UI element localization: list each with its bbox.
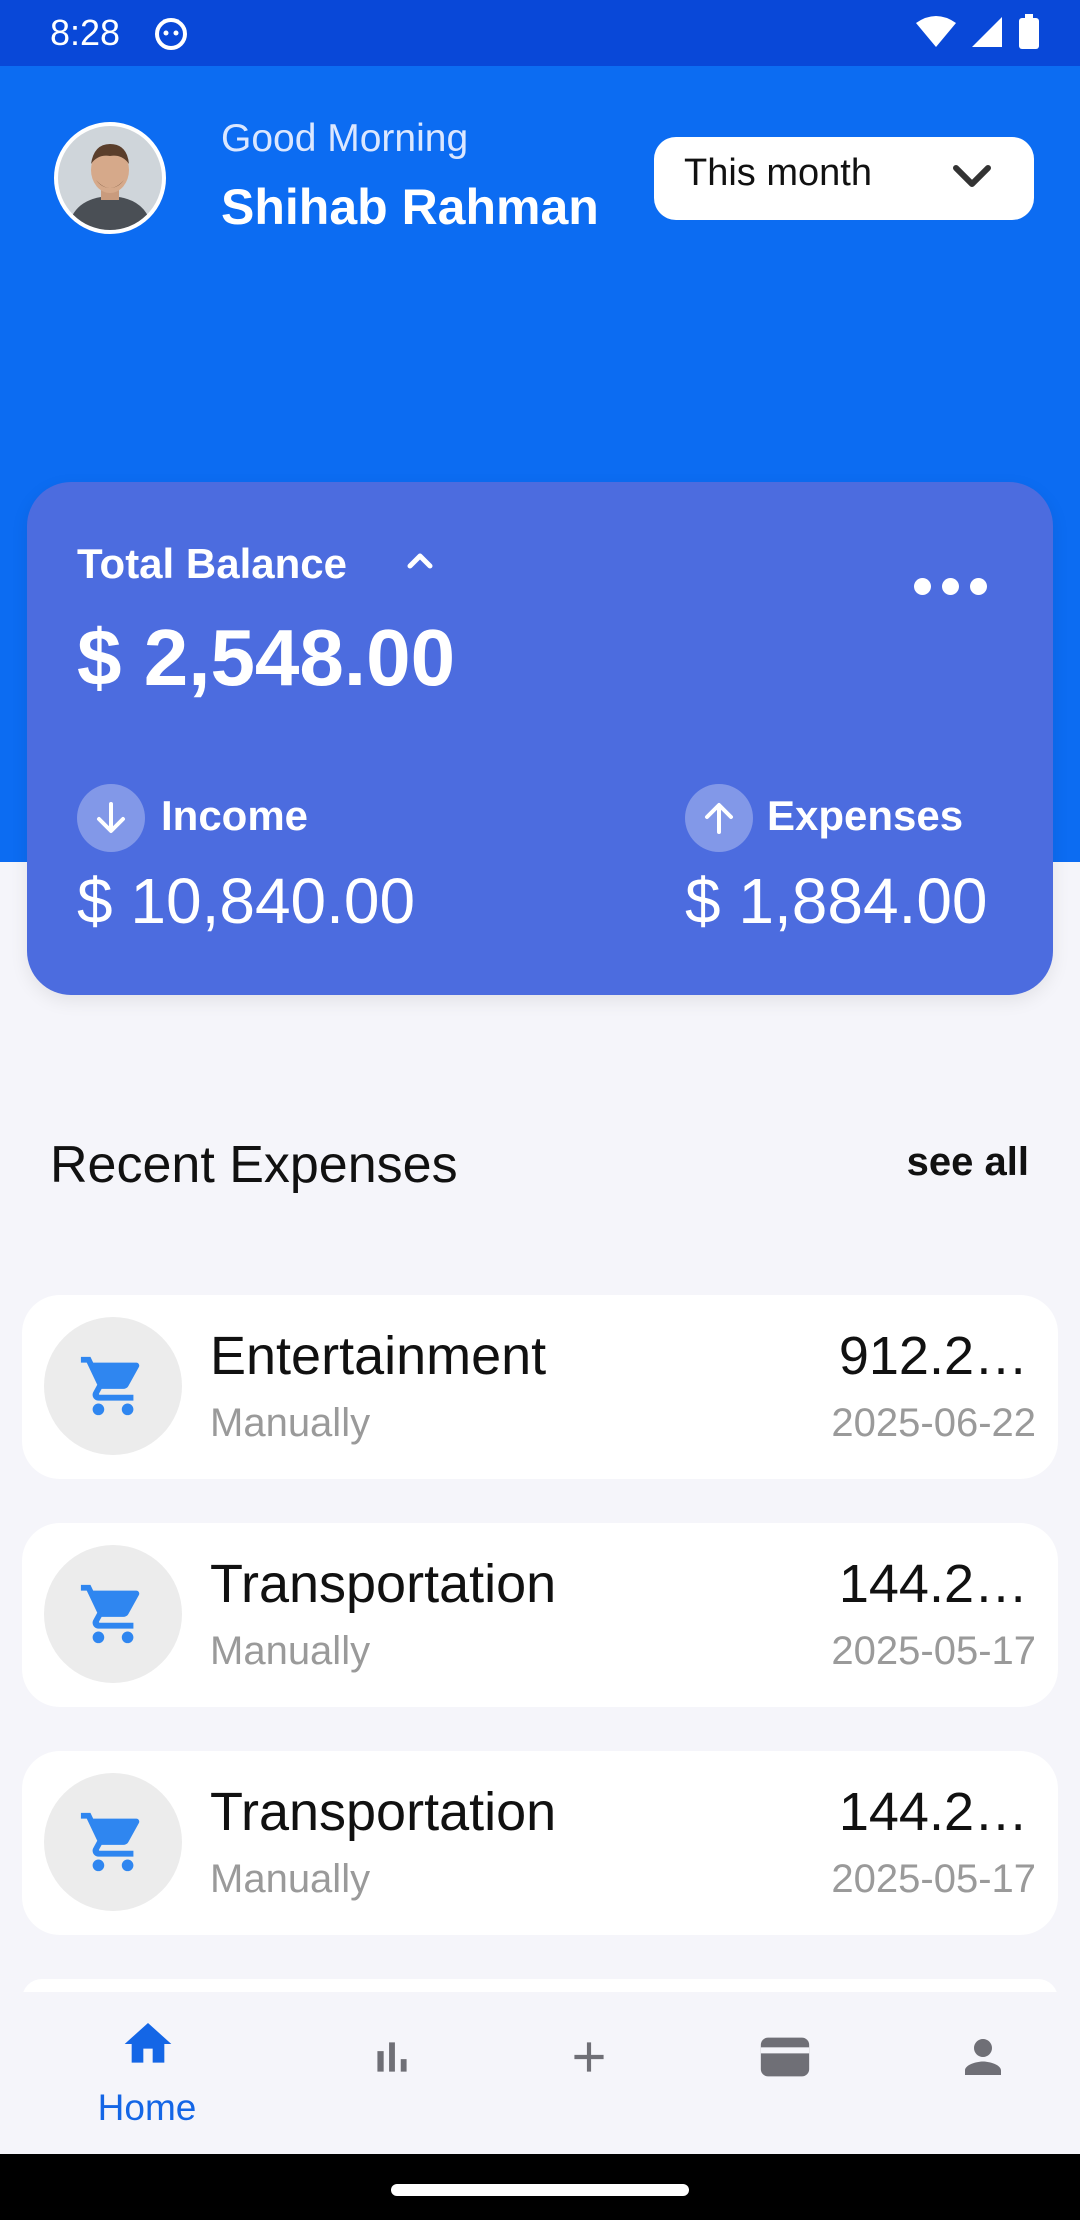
total-balance-amount: $ 2,548.00 — [77, 613, 456, 702]
income-arrow-down-icon — [77, 784, 145, 852]
expense-list-item[interactable]: Transportation Manually 144.2… 2025-05-1… — [22, 1751, 1058, 1935]
expense-amount: 912.2… — [838, 1326, 1028, 1386]
expense-amount: 144.2… — [838, 1554, 1028, 1614]
expense-list-item[interactable]: Entertainment Manually 912.2… 2025-06-22 — [22, 1295, 1058, 1479]
user-name: Shihab Rahman — [221, 179, 599, 235]
app-notification-icon — [155, 18, 187, 50]
nav-profile[interactable] — [893, 2014, 1073, 2134]
wallet-icon — [760, 2037, 810, 2077]
home-icon — [124, 2023, 172, 2063]
status-icons — [916, 14, 1040, 50]
see-all-link[interactable]: see all — [907, 1140, 1029, 1185]
avatar[interactable] — [54, 122, 166, 234]
expense-source: Manually — [210, 1629, 371, 1673]
signal-icon — [972, 17, 1002, 47]
expense-category: Entertainment — [210, 1326, 547, 1386]
period-dropdown[interactable]: This month — [654, 137, 1034, 220]
category-icon-wrap — [44, 1545, 182, 1683]
profile-photo — [58, 126, 162, 230]
expense-date: 2025-05-17 — [831, 1857, 1036, 1901]
expenses-value: $ 1,884.00 — [685, 865, 988, 937]
expenses-arrow-up-icon — [685, 784, 753, 852]
system-gesture-bar — [0, 2154, 1080, 2220]
nav-wallet[interactable] — [696, 2014, 876, 2134]
expense-category: Transportation — [210, 1782, 557, 1842]
expense-date: 2025-05-17 — [831, 1629, 1036, 1673]
bottom-nav: Home — [0, 1992, 1080, 2154]
more-options-icon[interactable] — [914, 578, 987, 595]
chevron-down-icon — [953, 165, 991, 187]
plus-icon — [574, 2042, 604, 2072]
expense-source: Manually — [210, 1401, 371, 1445]
expense-category: Transportation — [210, 1554, 557, 1614]
expenses-label: Expenses — [767, 792, 964, 839]
nav-add[interactable] — [499, 2014, 679, 2134]
wifi-icon — [916, 16, 956, 47]
category-icon-wrap — [44, 1317, 182, 1455]
home-gesture-handle[interactable] — [391, 2184, 689, 2196]
category-icon-wrap — [44, 1773, 182, 1911]
status-time: 8:28 — [50, 12, 121, 53]
expense-list-item[interactable]: Transportation Manually 144.2… 2025-05-1… — [22, 1523, 1058, 1707]
recent-expenses-title: Recent Expenses — [50, 1136, 458, 1194]
status-bar: 8:28 — [0, 0, 1080, 66]
cart-icon — [80, 1812, 140, 1872]
period-dropdown-value: This month — [684, 152, 872, 194]
expense-amount: 144.2… — [838, 1782, 1028, 1842]
battery-icon — [1019, 14, 1039, 49]
chevron-up-icon[interactable] — [405, 550, 435, 572]
total-balance-label: Total Balance — [77, 540, 347, 587]
person-icon — [965, 2039, 1001, 2075]
bar-chart-icon — [377, 2042, 407, 2072]
nav-home-label: Home — [97, 2087, 197, 2128]
expense-date: 2025-06-22 — [831, 1401, 1036, 1445]
nav-home[interactable]: Home — [57, 2014, 237, 2134]
income-value: $ 10,840.00 — [77, 865, 416, 937]
income-label: Income — [161, 792, 309, 839]
nav-stats[interactable] — [302, 2014, 482, 2134]
greeting-text: Good Morning — [221, 117, 469, 160]
cart-icon — [80, 1356, 140, 1416]
cart-icon — [80, 1584, 140, 1644]
balance-card: Total Balance $ 2,548.00 Income $ 10,840… — [27, 482, 1053, 995]
expense-source: Manually — [210, 1857, 371, 1901]
